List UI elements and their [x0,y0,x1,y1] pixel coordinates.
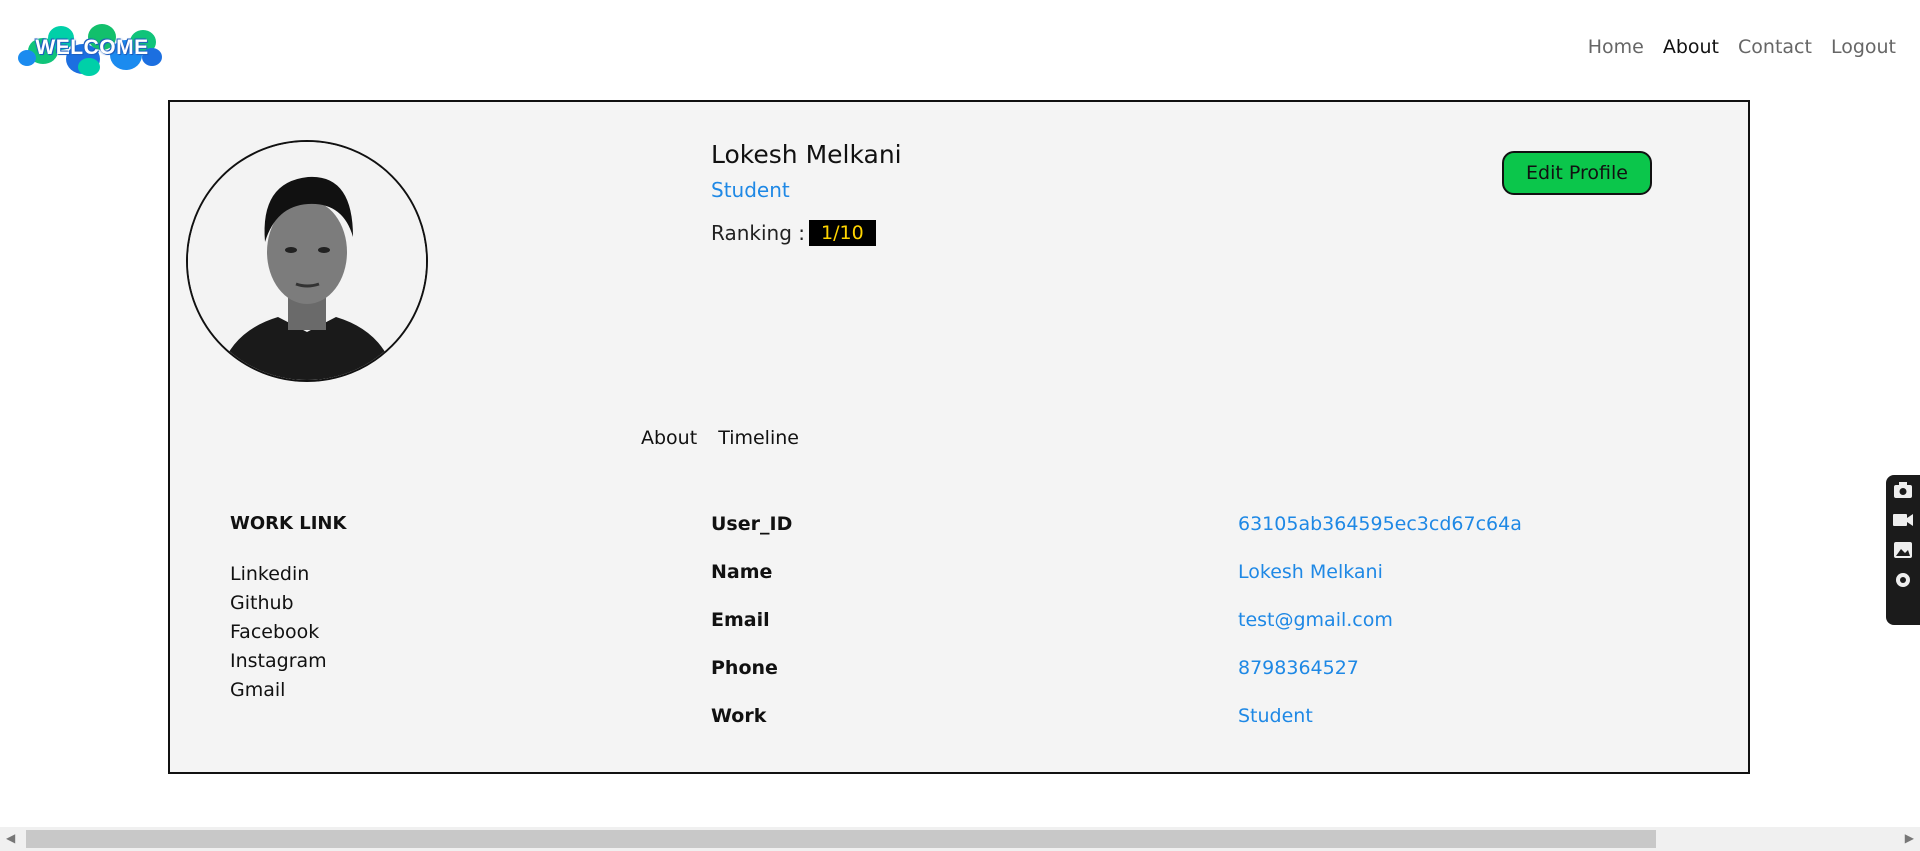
side-toolbar [1886,475,1920,625]
link-linkedin[interactable]: Linkedin [230,560,327,589]
horizontal-scrollbar[interactable]: ◀ ▶ [0,827,1920,851]
link-gmail[interactable]: Gmail [230,676,327,705]
scroll-left-icon[interactable]: ◀ [6,831,15,845]
label-user-id: User_ID [711,513,793,535]
nav-about[interactable]: About [1663,36,1719,58]
gear-icon[interactable] [1886,565,1920,595]
profile-tabs: About Timeline [641,427,799,449]
camera-icon[interactable] [1886,475,1920,505]
avatar-photo [188,142,426,380]
gallery-icon[interactable] [1886,535,1920,565]
tab-about[interactable]: About [641,427,697,449]
video-icon[interactable] [1886,505,1920,535]
ranking-label: Ranking : [711,221,805,245]
nav-logout[interactable]: Logout [1831,36,1896,58]
top-nav: Home About Contact Logout [1588,36,1896,58]
tab-timeline[interactable]: Timeline [718,427,799,449]
link-github[interactable]: Github [230,589,327,618]
ranking-badge: 1/10 [809,220,876,246]
value-email: test@gmail.com [1238,609,1393,631]
avatar [186,140,428,382]
work-link-title: WORK LINK [230,513,347,534]
value-name: Lokesh Melkani [1238,561,1383,583]
edit-profile-button[interactable]: Edit Profile [1502,151,1652,195]
logo-blob [78,58,100,76]
value-phone: 8798364527 [1238,657,1359,679]
nav-home[interactable]: Home [1588,36,1644,58]
value-work: Student [1238,705,1313,727]
link-facebook[interactable]: Facebook [230,618,327,647]
ranking: Ranking : 1/10 [711,220,876,246]
scroll-right-icon[interactable]: ▶ [1905,831,1914,845]
profile-role: Student [711,178,790,202]
label-email: Email [711,609,770,631]
profile-name: Lokesh Melkani [711,140,902,169]
profile-card: Lokesh Melkani Student Ranking : 1/10 Ed… [168,100,1750,774]
nav-contact[interactable]: Contact [1738,36,1812,58]
info-values: 63105ab364595ec3cd67c64a Lokesh Melkani … [1238,513,1522,753]
value-user-id: 63105ab364595ec3cd67c64a [1238,513,1522,535]
label-name: Name [711,561,773,583]
info-labels: User_ID Name Email Phone Work [711,513,792,753]
logo-text: WELCOME [35,36,149,59]
scrollbar-thumb[interactable] [26,830,1656,848]
work-links: Linkedin Github Facebook Instagram Gmail [230,560,327,705]
link-instagram[interactable]: Instagram [230,647,327,676]
label-phone: Phone [711,657,778,679]
label-work: Work [711,705,767,727]
logo[interactable]: WELCOME [18,20,166,78]
